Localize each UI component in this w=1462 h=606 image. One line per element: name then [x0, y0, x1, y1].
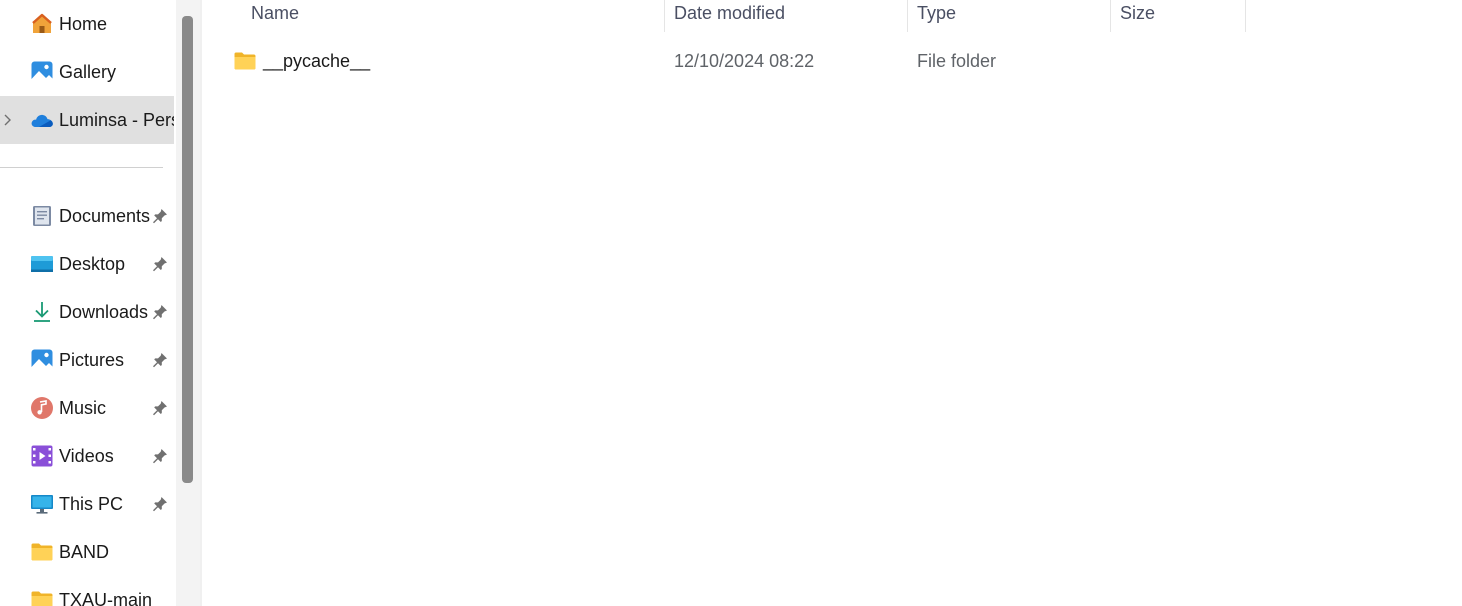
column-divider[interactable] — [1110, 0, 1111, 32]
column-header-date-modified[interactable]: Date modified — [674, 0, 785, 32]
nav-item-downloads[interactable]: Downloads — [0, 288, 174, 336]
nav-item-txau-main[interactable]: TXAU-main — [0, 576, 174, 606]
nav-item-label: TXAU-main — [59, 590, 153, 606]
nav-item-documents[interactable]: Documents — [0, 192, 174, 240]
nav-item-label: Documents — [59, 206, 151, 226]
nav-item-label: Pictures — [59, 350, 125, 370]
home-icon — [32, 13, 52, 33]
pin-icon[interactable] — [151, 207, 169, 225]
onedrive-cloud-icon — [31, 114, 53, 127]
column-divider[interactable] — [907, 0, 908, 32]
nav-item-label: Videos — [59, 446, 114, 466]
nav-item-onedrive[interactable]: Luminsa - Pers — [0, 96, 174, 144]
nav-item-label: BAND — [59, 542, 110, 562]
nav-item-band[interactable]: BAND — [0, 528, 174, 576]
nav-item-home[interactable]: Home — [0, 0, 174, 48]
nav-item-label: Music — [59, 398, 107, 418]
desktop-icon — [31, 256, 53, 272]
nav-item-desktop[interactable]: Desktop — [0, 240, 174, 288]
folder-icon — [31, 591, 53, 606]
documents-icon — [33, 206, 51, 226]
column-header-type[interactable]: Type — [917, 0, 956, 32]
file-list-row[interactable]: __pycache__ 12/10/2024 08:22 File folder — [202, 38, 1452, 84]
nav-item-label: Luminsa - Pers — [59, 110, 174, 130]
videos-icon — [31, 445, 53, 467]
chevron-right-icon[interactable] — [0, 96, 14, 144]
nav-item-this-pc[interactable]: This PC — [0, 480, 174, 528]
nav-item-label: Home — [59, 14, 108, 34]
nav-item-pictures[interactable]: Pictures — [0, 336, 174, 384]
folder-icon — [31, 543, 53, 561]
column-header-name[interactable]: Name — [251, 0, 299, 32]
file-list-pane: Name Date modified Type Size __pycache__… — [202, 0, 1462, 606]
pin-icon[interactable] — [151, 447, 169, 465]
file-name[interactable]: __pycache__ — [263, 38, 370, 84]
pin-icon[interactable] — [151, 495, 169, 513]
pin-icon[interactable] — [151, 399, 169, 417]
pin-icon[interactable] — [151, 351, 169, 369]
nav-item-label: This PC — [59, 494, 124, 514]
column-divider[interactable] — [1245, 0, 1246, 32]
pin-icon[interactable] — [151, 255, 169, 273]
nav-item-music[interactable]: Music — [0, 384, 174, 432]
nav-scrollbar-thumb[interactable] — [182, 16, 193, 483]
file-explorer-window: Home Gallery Luminsa - Pers Documents De… — [0, 0, 1462, 606]
music-icon — [31, 397, 53, 419]
this-pc-icon — [31, 495, 53, 514]
nav-item-gallery[interactable]: Gallery — [0, 48, 174, 96]
downloads-icon — [34, 302, 50, 322]
folder-icon — [234, 52, 256, 70]
nav-separator — [0, 167, 163, 168]
gallery-icon — [31, 61, 53, 83]
file-date-modified: 12/10/2024 08:22 — [674, 51, 815, 71]
column-header-size[interactable]: Size — [1120, 0, 1155, 32]
nav-item-label: Desktop — [59, 254, 126, 274]
file-type: File folder — [917, 51, 997, 71]
nav-item-label: Gallery — [59, 62, 117, 82]
navigation-pane: Home Gallery Luminsa - Pers Documents De… — [0, 0, 176, 606]
pin-icon[interactable] — [151, 303, 169, 321]
pictures-icon — [31, 349, 53, 371]
column-divider[interactable] — [664, 0, 665, 32]
nav-item-label: Downloads — [59, 302, 149, 322]
nav-item-videos[interactable]: Videos — [0, 432, 174, 480]
